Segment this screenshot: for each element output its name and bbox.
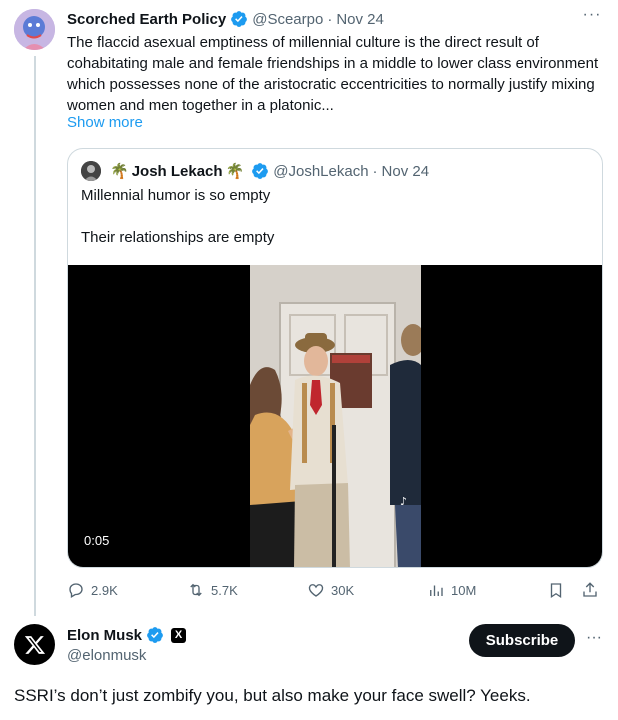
share-icon (583, 582, 597, 597)
quote-display-name: Josh Lekach (131, 162, 223, 180)
quote-handle: @JoshLekach (273, 162, 369, 180)
heart-icon (308, 584, 324, 597)
handle[interactable]: @Scearpo (252, 11, 323, 28)
like-button[interactable]: 30K (307, 578, 354, 602)
verified-badge-icon (147, 627, 163, 643)
x-logo-icon (24, 635, 45, 654)
repost-button[interactable]: 5.7K (187, 578, 238, 602)
like-count: 30K (331, 582, 355, 598)
subscribe-button[interactable]: Subscribe (469, 624, 575, 657)
reply-icon (69, 583, 83, 598)
quote-text-line: Their relationships are empty (81, 229, 275, 246)
tweet-action-bar: 2.9K 5.7K 30K 10M (67, 578, 607, 602)
reply-count: 2.9K (91, 582, 118, 598)
quote-date: Nov 24 (381, 162, 430, 180)
reply-button[interactable]: 2.9K (67, 578, 118, 602)
verified-badge-icon (231, 11, 248, 27)
repost-count: 5.7K (211, 582, 238, 598)
share-button[interactable] (581, 578, 605, 602)
quoted-tweet-card[interactable]: 🌴 Josh Lekach 🌴 @JoshLekach · Nov 24 Mil… (67, 148, 603, 568)
repost-icon (190, 583, 202, 597)
video-thumbnail: ♪ (250, 265, 421, 567)
video-duration-badge: 0:05 (78, 531, 116, 550)
avatar-elon-musk[interactable] (14, 624, 55, 665)
quote-text-line: Millennial humor is so empty (81, 187, 271, 204)
display-name[interactable]: Scorched Earth Policy (67, 11, 226, 28)
bookmark-icon (550, 583, 562, 599)
verified-badge-icon (252, 163, 269, 179)
palm-tree-icon: 🌴 (225, 163, 245, 180)
more-options-icon[interactable]: ··· (584, 630, 604, 647)
tweet-date[interactable]: Nov 24 (336, 11, 384, 28)
quote-header: 🌴 Josh Lekach 🌴 @JoshLekach · Nov 24 (81, 161, 429, 181)
tweet-text: The flaccid asexual emptiness of millenn… (67, 34, 599, 114)
views-chart-icon (430, 585, 443, 596)
video-player[interactable]: ♪ 0:05 (68, 265, 602, 567)
display-name[interactable]: Elon Musk (67, 627, 142, 644)
bookmark-button[interactable] (547, 578, 571, 602)
avatar-scorched-earth-policy[interactable] (14, 9, 55, 50)
separator-dot: · (372, 162, 378, 180)
affiliate-badge-icon: X (171, 627, 187, 643)
more-options-icon[interactable]: ··· (582, 7, 602, 26)
tweet2-header: Elon Musk X (67, 625, 187, 645)
avatar-josh-lekach (81, 161, 101, 181)
views-button[interactable]: 10M (427, 578, 476, 602)
view-count: 10M (451, 582, 477, 598)
tweet-text: SSRI’s don’t just zombify you, but also … (14, 686, 531, 705)
show-more-link[interactable]: Show more (67, 114, 143, 131)
handle[interactable]: @elonmusk (67, 647, 146, 664)
thread-connector-line (34, 56, 36, 616)
separator-dot: · (327, 10, 333, 28)
svg-text:♪: ♪ (400, 495, 407, 508)
palm-tree-icon: 🌴 (110, 163, 129, 180)
tweet-header: Scorched Earth Policy @Scearpo · Nov 24 (67, 8, 604, 30)
